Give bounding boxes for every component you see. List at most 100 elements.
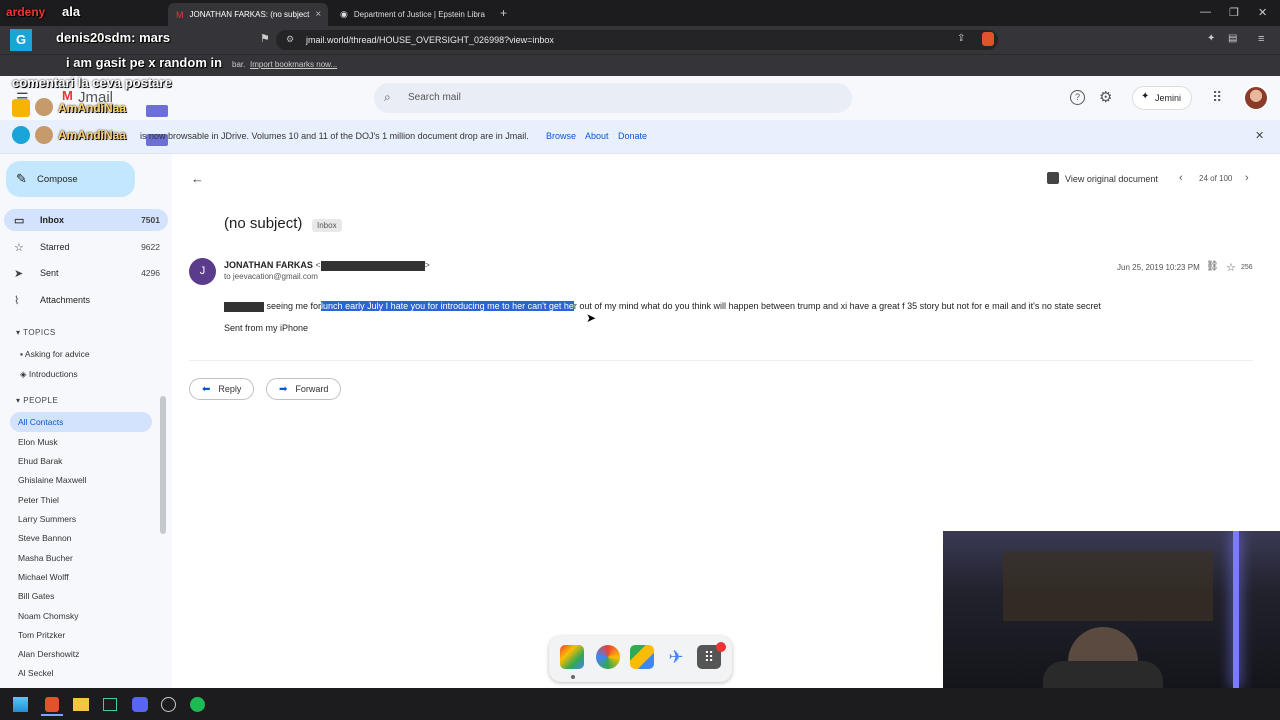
webcam-overlay: [943, 531, 1280, 688]
compose-button[interactable]: ✎ Compose: [6, 161, 135, 197]
sidebar-item-inbox[interactable]: ▭ Inbox 7501: [4, 209, 168, 231]
tab-doj[interactable]: ◉ Department of Justice | Epstein Libra: [332, 3, 492, 26]
overlay-name2: AmAndiNaa: [58, 128, 127, 142]
browse-link[interactable]: Browse: [546, 131, 576, 141]
import-bookmarks-link[interactable]: Import bookmarks now...: [250, 60, 337, 69]
gmail-tab-icon: M: [176, 9, 184, 20]
excel-taskbar-icon[interactable]: [103, 698, 117, 711]
chat-overlay-line1: i am gasit pe x random in: [66, 55, 223, 70]
brave-taskbar-icon[interactable]: [45, 697, 59, 712]
close-banner-icon[interactable]: ✕: [1255, 129, 1264, 142]
sidebar-item-sent[interactable]: ➤ Sent 4296: [4, 262, 168, 284]
file-explorer-icon[interactable]: [73, 698, 89, 711]
bookmark-icon[interactable]: ⚑: [260, 32, 270, 45]
sender-name: JONATHAN FARKAS: [224, 260, 313, 270]
new-tab-icon[interactable]: +: [500, 6, 507, 20]
mouse-cursor-icon: ➤: [586, 311, 597, 325]
email-body: seeing me forlunch early July I hate you…: [224, 301, 1101, 312]
body-text-post: r out of my mind what do you think will …: [573, 301, 1101, 311]
person-item[interactable]: All Contacts: [18, 417, 63, 427]
nav-count: 7501: [141, 215, 160, 225]
person-item[interactable]: Steve Bannon: [18, 533, 71, 543]
person-item[interactable]: Al Seckel: [18, 668, 53, 678]
help-icon[interactable]: ?: [1070, 90, 1085, 105]
active-dot: [571, 675, 575, 679]
sidebar-item-attachments[interactable]: ⌇ Attachments: [4, 289, 168, 311]
next-chevron-icon[interactable]: ›: [1245, 172, 1249, 184]
inbox-label-chip[interactable]: Inbox: [312, 219, 342, 232]
discord-taskbar-icon[interactable]: [132, 697, 148, 712]
sidebar-item-starred[interactable]: ☆ Starred 9622: [4, 236, 168, 258]
led-light: [1233, 531, 1239, 688]
recipient-line: to jeevacation@gmail.com: [224, 272, 318, 281]
tab-title: JONATHAN FARKAS: (no subject: [189, 10, 310, 19]
email-signature: Sent from my iPhone: [224, 323, 309, 333]
sidebar-scrollbar[interactable]: [160, 396, 166, 534]
reply-button[interactable]: ⬅ Reply: [189, 378, 255, 400]
extensions-icon[interactable]: ✦: [1207, 33, 1215, 44]
avatar[interactable]: [1243, 85, 1269, 111]
about-link[interactable]: About: [585, 131, 609, 141]
bookmark-hint: bar.: [232, 60, 246, 69]
jemini-button[interactable]: ✦ Jemini: [1132, 86, 1192, 110]
search-input[interactable]: Search mail: [408, 92, 461, 103]
site-info-icon[interactable]: ⚙: [286, 34, 294, 45]
brave-shield-icon[interactable]: [982, 32, 994, 46]
email-date: Jun 25, 2019 10:23 PM: [1117, 263, 1200, 272]
windows-start-icon[interactable]: [13, 697, 28, 712]
person-item[interactable]: Ghislaine Maxwell: [18, 475, 87, 485]
minimize-icon[interactable]: —: [1200, 6, 1211, 18]
person-item[interactable]: Tom Pritzker: [18, 630, 65, 640]
sender-line: JONATHAN FARKAS < >: [224, 260, 430, 271]
person-item[interactable]: Larry Summers: [18, 514, 76, 524]
close-tab-icon[interactable]: ×: [315, 9, 321, 20]
settings-gear-icon[interactable]: ⚙: [1099, 88, 1112, 106]
person-item[interactable]: Elon Musk: [18, 437, 58, 447]
stream-logo: ardeny: [6, 5, 46, 19]
sidebar-toggle-icon[interactable]: ▤: [1228, 33, 1237, 44]
chevron-down-icon: ▾: [16, 328, 21, 337]
nav-count: 4296: [141, 268, 160, 278]
topic-item[interactable]: ◈ Introductions: [20, 369, 78, 380]
drive-dock-icon[interactable]: [630, 645, 654, 669]
person-item[interactable]: Bill Gates: [18, 591, 54, 601]
back-arrow-icon[interactable]: ←: [191, 171, 204, 186]
person-item[interactable]: Noam Chomsky: [18, 611, 78, 621]
topics-header[interactable]: ▾ TOPICS: [16, 328, 56, 337]
close-window-icon[interactable]: ✕: [1258, 6, 1267, 19]
prev-chevron-icon[interactable]: ‹: [1179, 172, 1183, 184]
apps-grid-icon[interactable]: ⠿: [1212, 89, 1222, 106]
notification-badge-icon: [716, 642, 726, 652]
topic-item[interactable]: ▪ Asking for advice: [20, 349, 90, 359]
send-icon: ➤: [14, 267, 24, 280]
person-item[interactable]: Alan Dershowitz: [18, 649, 79, 659]
obs-taskbar-icon[interactable]: [161, 697, 176, 712]
link-icon[interactable]: ⛓: [1206, 261, 1219, 272]
person-item[interactable]: Masha Bucher: [18, 553, 73, 563]
tab-jmail[interactable]: M JONATHAN FARKAS: (no subject ×: [168, 3, 328, 26]
chat-overlay-line2: comentari la ceva postare: [12, 75, 172, 90]
person-item[interactable]: Ehud Barak: [18, 456, 62, 466]
gmail-dock-icon[interactable]: [560, 645, 584, 669]
person-item[interactable]: Michael Wolff: [18, 572, 69, 582]
photos-dock-icon[interactable]: [596, 645, 620, 669]
url-text[interactable]: jmail.world/thread/HOUSE_OVERSIGHT_02699…: [306, 35, 554, 45]
star-icon[interactable]: ☆: [1226, 261, 1236, 274]
share-icon[interactable]: ⇪: [957, 33, 965, 44]
overlay-badge-icon: G: [10, 29, 32, 51]
banner-text: is now browsable in JDrive. Volumes 10 a…: [140, 131, 529, 141]
sparkle-icon: ✦: [1141, 91, 1150, 102]
overlay-badge-icon: [146, 105, 168, 117]
chevron-down-icon: ▾: [16, 396, 21, 405]
spotify-taskbar-icon[interactable]: [190, 697, 205, 712]
maximize-icon[interactable]: ❐: [1229, 6, 1239, 19]
search-bar[interactable]: ⌕ Search mail: [374, 83, 852, 113]
view-original-link[interactable]: View original document: [1065, 174, 1158, 184]
people-header[interactable]: ▾ PEOPLE: [16, 396, 58, 405]
donate-link[interactable]: Donate: [618, 131, 647, 141]
forward-button[interactable]: ➡ Forward: [266, 378, 342, 400]
person-item[interactable]: Peter Thiel: [18, 495, 59, 505]
menu-icon[interactable]: ≡: [1258, 33, 1264, 45]
flights-dock-icon[interactable]: ✈: [664, 645, 688, 669]
overlay-name1: AmAndiNaa: [58, 101, 127, 115]
